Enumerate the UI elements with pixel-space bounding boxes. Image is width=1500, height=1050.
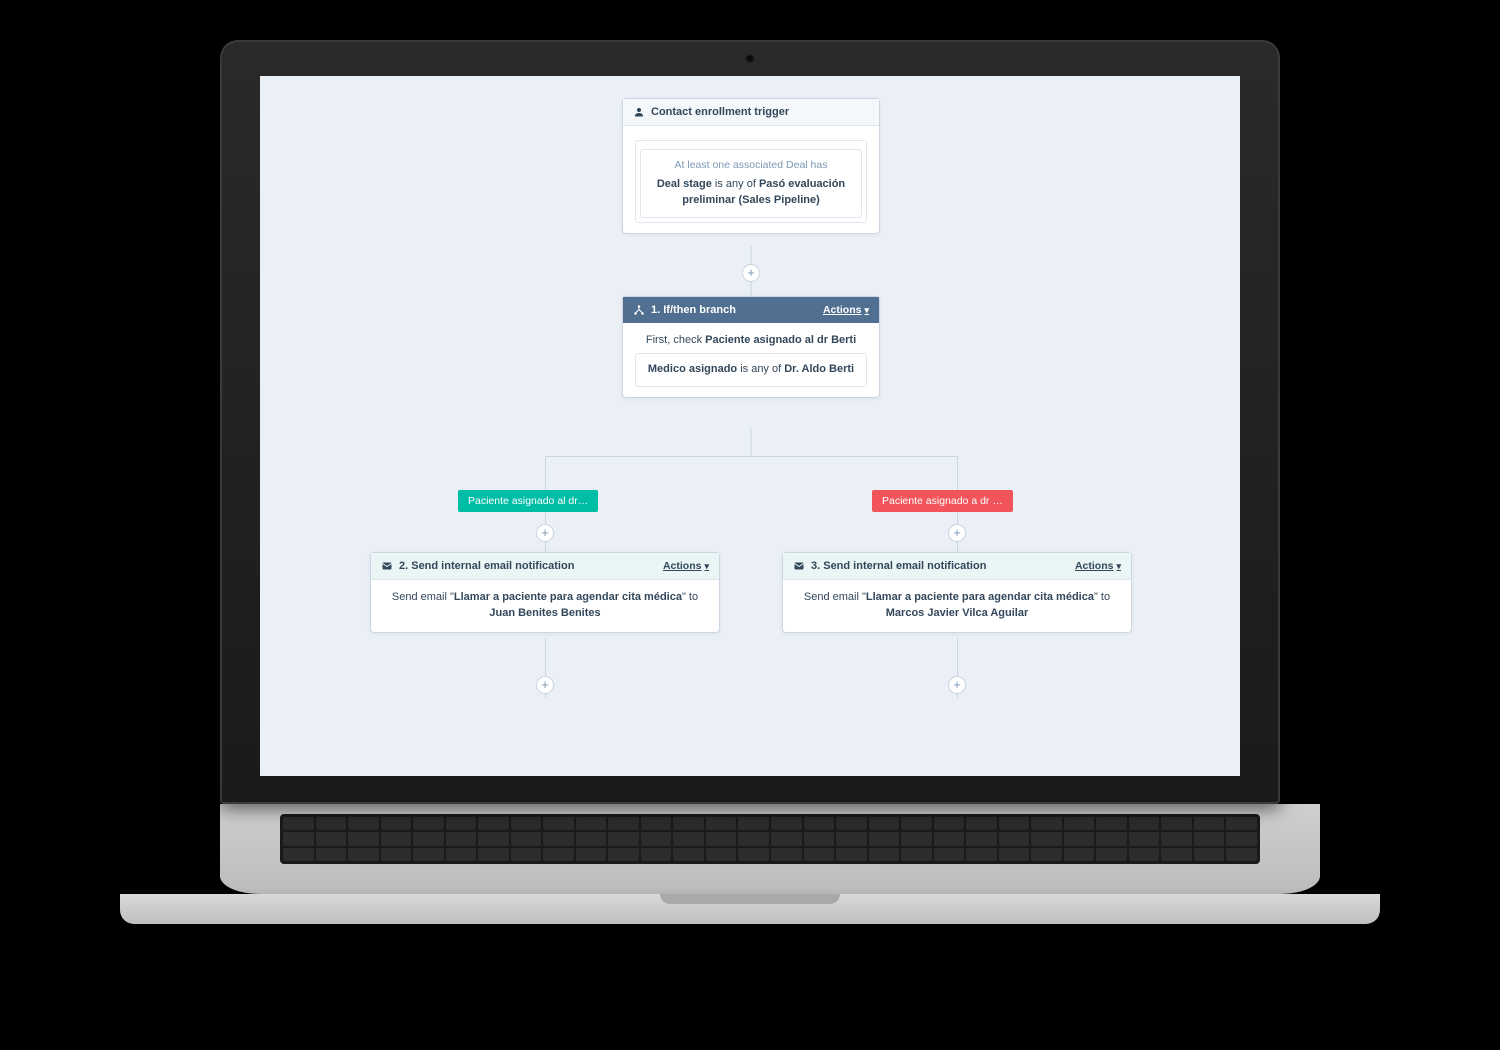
webcam-dot [746,54,755,63]
contact-icon [633,106,645,118]
if-then-branch-node[interactable]: 1. If/then branch Actions▾ First, check … [622,296,880,398]
branch-check-text: First, check Paciente asignado al dr Ber… [635,333,867,349]
connector [545,456,957,457]
action3-actions-link[interactable]: Actions▾ [1075,560,1121,572]
add-step-button-left-2[interactable]: + [536,676,554,694]
action3-header: 3. Send internal email notification Acti… [783,553,1131,580]
connector [545,456,546,490]
chevron-down-icon: ▾ [864,305,869,316]
connector [957,456,958,490]
trigger-hint: At least one associated Deal has [651,158,851,173]
branch-header: 1. If/then branch Actions▾ [623,297,879,323]
branch-label-yes[interactable]: Paciente asignado al dr… [458,490,598,512]
email-action-node-2[interactable]: 2. Send internal email notification Acti… [370,552,720,633]
keyboard-deck [220,804,1320,894]
add-step-button-right-2[interactable]: + [948,676,966,694]
branch-label-no[interactable]: Paciente asignado a dr … [872,490,1013,512]
enrollment-trigger-node[interactable]: Contact enrollment trigger At least one … [622,98,880,234]
trigger-header: Contact enrollment trigger [623,99,879,126]
workflow-canvas[interactable]: Contact enrollment trigger At least one … [260,76,1240,776]
action2-header: 2. Send internal email notification Acti… [371,553,719,580]
add-step-button[interactable]: + [742,264,760,282]
add-step-button-right[interactable]: + [948,524,966,542]
action2-title: 2. Send internal email notification [399,560,574,572]
branch-body: First, check Paciente asignado al dr Ber… [623,323,879,397]
screen-bezel: Contact enrollment trigger At least one … [220,40,1280,804]
branch-criteria-box: Medico asignado is any of Dr. Aldo Berti [635,353,867,387]
trigger-title: Contact enrollment trigger [651,106,789,118]
trigger-criteria: Deal stage is any of Pasó evaluación pre… [651,177,851,209]
mail-icon [381,560,393,572]
mail-icon [793,560,805,572]
laptop-mockup: Contact enrollment trigger At least one … [220,40,1280,924]
branch-title: 1. If/then branch [651,304,736,316]
add-step-button-left[interactable]: + [536,524,554,542]
branch-icon [633,304,645,316]
connector [751,428,752,456]
keyboard [280,814,1260,864]
branch-actions-link[interactable]: Actions▾ [823,304,869,316]
chevron-down-icon: ▾ [1116,561,1121,572]
laptop-base [120,894,1380,924]
trigger-body: At least one associated Deal has Deal st… [623,126,879,233]
action3-title: 3. Send internal email notification [811,560,986,572]
action3-body: Send email "Llamar a paciente para agend… [783,580,1131,632]
email-action-node-3[interactable]: 3. Send internal email notification Acti… [782,552,1132,633]
chevron-down-icon: ▾ [704,561,709,572]
action2-actions-link[interactable]: Actions▾ [663,560,709,572]
action2-body: Send email "Llamar a paciente para agend… [371,580,719,632]
